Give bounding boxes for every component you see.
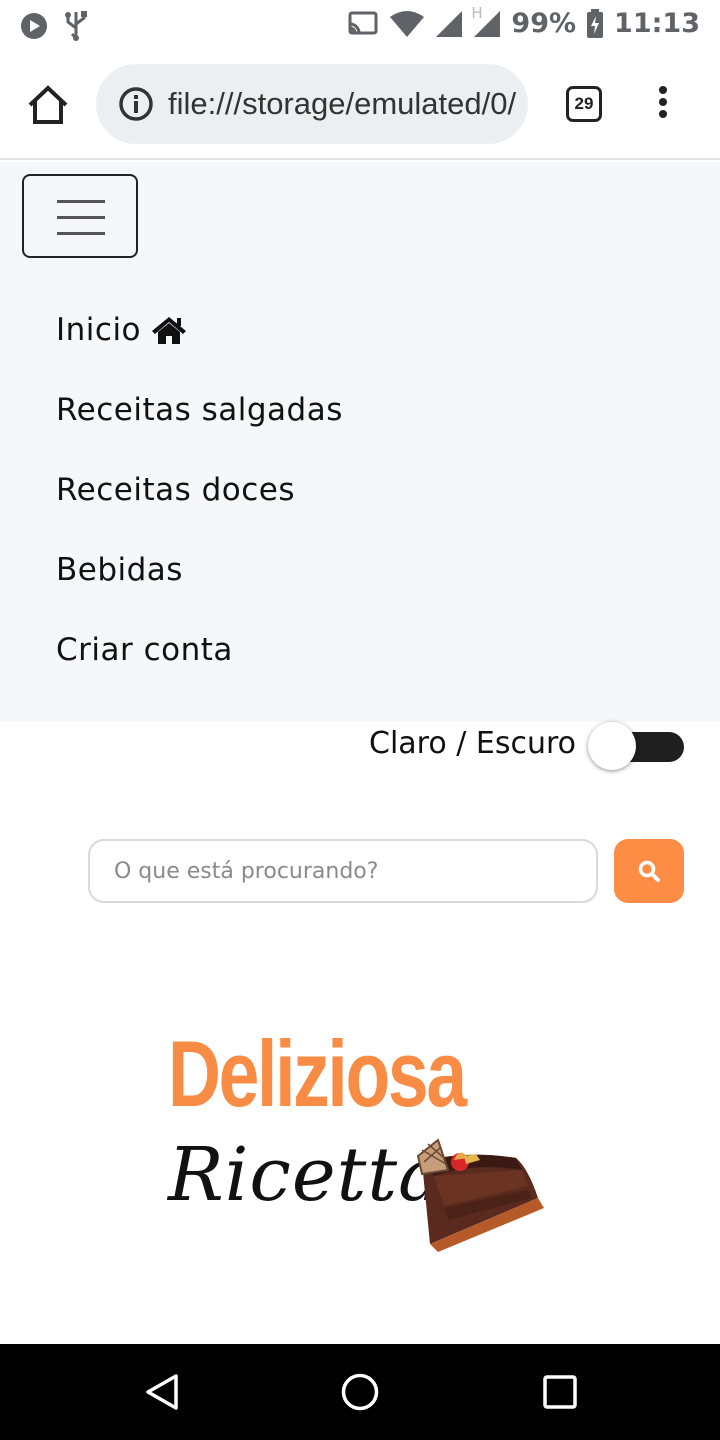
network-type-label: H [471,3,483,22]
usb-icon [65,11,87,41]
nav-menu: Inicio Receitas salgadas Receitas doces … [56,290,343,690]
nav-link-criar-conta[interactable]: Criar conta [56,610,343,690]
search-button[interactable] [614,839,684,903]
home-icon [152,317,187,344]
battery-percent: 99% [511,8,577,39]
logo-title: Deliziosa [168,1021,467,1126]
url-text[interactable]: file:///storage/emulated/0/ [168,86,516,122]
status-right: H 99% 11:13 [347,4,700,39]
nav-link-receitas-salgadas[interactable]: Receitas salgadas [56,370,343,450]
site-logo[interactable]: Deliziosa Ricetta [160,1020,560,1260]
signal-icon [436,10,463,37]
clock: 11:13 [614,8,700,39]
nav-link-label: Receitas doces [56,472,296,508]
wifi-icon [390,10,425,37]
play-notification-icon [21,13,47,39]
theme-switch[interactable] [588,722,684,770]
switch-knob [588,722,636,770]
tab-switcher-button[interactable]: 29 [566,86,602,122]
cake-slice-icon [416,1138,544,1252]
theme-toggle-label: Claro / Escuro [369,726,576,761]
nav-link-receitas-doces[interactable]: Receitas doces [56,450,343,530]
battery-charging-icon [587,8,604,38]
browser-toolbar: file:///storage/emulated/0/ 29 [0,50,720,160]
status-bar: H 99% 11:13 [0,0,720,50]
nav-link-bebidas[interactable]: Bebidas [56,530,343,610]
hamburger-line [57,232,105,235]
nav-panel: Inicio Receitas salgadas Receitas doces … [0,162,720,722]
nav-link-label: Inicio [56,312,142,348]
home-circle-icon[interactable] [340,1372,380,1412]
theme-toggle-row: Claro / Escuro [0,712,720,772]
recent-apps-icon[interactable] [542,1374,578,1410]
nav-link-label: Bebidas [56,552,183,588]
status-left [20,10,92,42]
search-input[interactable] [88,839,598,903]
nav-link-label: Receitas salgadas [56,392,343,428]
address-bar[interactable]: file:///storage/emulated/0/ [96,64,528,144]
navbar-toggler-button[interactable] [22,174,138,258]
system-navigation-bar [0,1344,720,1440]
logo-subtitle: Ricetta [168,1132,444,1218]
home-icon[interactable] [26,83,70,127]
back-icon[interactable] [142,1372,182,1412]
nav-link-label: Criar conta [56,632,233,668]
cast-icon [348,11,378,34]
info-icon[interactable] [118,86,154,122]
hamburger-line [57,200,105,203]
search-icon [638,860,660,882]
overflow-menu-icon[interactable] [652,86,674,126]
hamburger-line [57,216,105,219]
nav-link-inicio[interactable]: Inicio [56,290,343,370]
